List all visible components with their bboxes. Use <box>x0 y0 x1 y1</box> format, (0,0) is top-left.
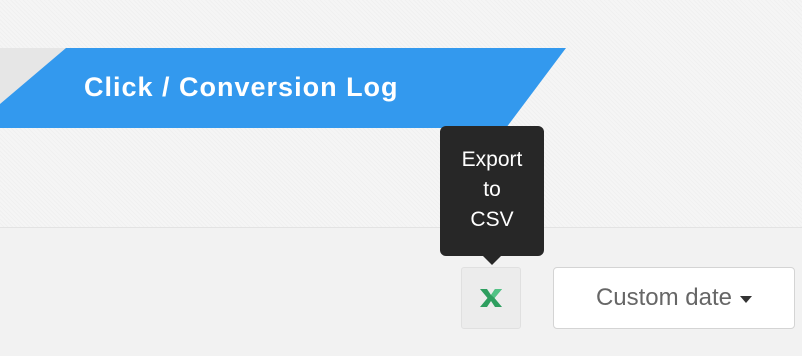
tooltip-line: CSV <box>470 208 514 231</box>
custom-date-label: Custom date <box>595 284 733 311</box>
export-csv-button[interactable] <box>461 267 521 329</box>
tooltip-line: Export <box>461 148 523 171</box>
export-tooltip: Export to CSV <box>440 126 544 256</box>
page-title: Click / Conversion Log <box>84 72 399 102</box>
header-divider <box>0 227 802 228</box>
custom-date-dropdown[interactable]: Custom date <box>553 267 795 329</box>
caret-down-icon <box>740 295 753 303</box>
tooltip-line: to <box>483 178 501 201</box>
tooltip-arrow <box>483 256 501 265</box>
excel-export-icon <box>480 289 502 307</box>
